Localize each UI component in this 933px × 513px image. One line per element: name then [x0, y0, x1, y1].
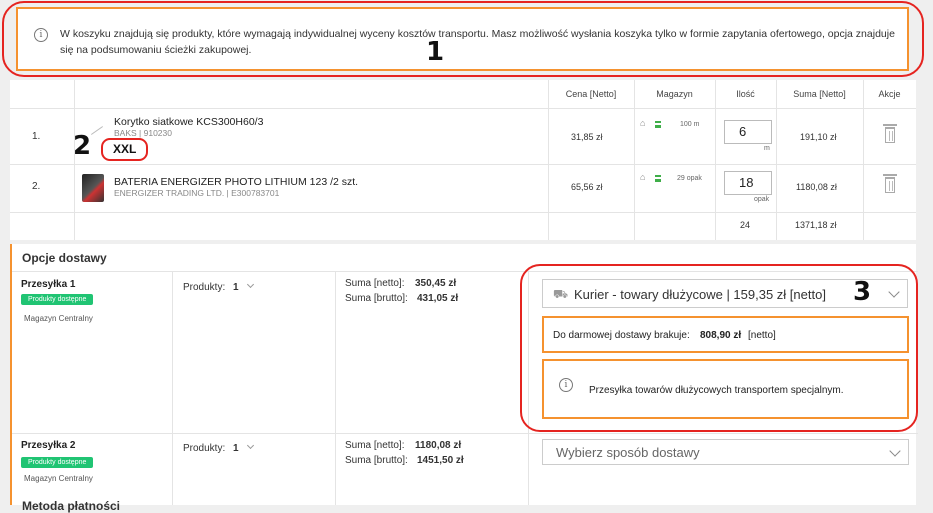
- shipment-title: Przesyłka 2: [21, 440, 76, 451]
- quantity-unit: opak: [754, 196, 770, 203]
- col-header-sum: Suma [Netto]: [793, 89, 846, 99]
- products-label: Produkty:: [183, 282, 226, 293]
- row-sum: 191,10 zł: [800, 132, 837, 142]
- chevron-down-icon[interactable]: [246, 441, 255, 450]
- delivery-method-select[interactable]: Wybierz sposób dostawy: [542, 439, 909, 465]
- warehouse-icon: ⌂: [640, 118, 646, 128]
- chevron-down-icon: [889, 445, 901, 457]
- col-header-qty: Ilość: [736, 89, 755, 99]
- product-meta: ENERGIZER TRADING LTD. | E300783701: [114, 188, 280, 198]
- trash-icon[interactable]: [883, 124, 897, 143]
- product-thumbnail: [90, 126, 104, 135]
- chevron-down-icon[interactable]: [246, 280, 255, 289]
- total-sum: 1371,18 zł: [795, 220, 837, 230]
- product-meta: BAKS | 910230: [114, 128, 172, 138]
- trash-icon[interactable]: [883, 174, 897, 193]
- shipment-title: Przesyłka 1: [21, 279, 76, 290]
- stock-level-icon: [655, 121, 661, 128]
- annotation-oval-1: [2, 1, 924, 77]
- warehouse-name: Magazyn Centralny: [24, 314, 93, 323]
- unit-price: 31,85 zł: [571, 132, 603, 142]
- products-label: Produkty:: [183, 443, 226, 454]
- net-sum-label: Suma [netto]:: [345, 278, 405, 289]
- delivery-method-placeholder: Wybierz sposób dostawy: [556, 445, 700, 460]
- net-sum-value: 1180,08 zł: [415, 440, 462, 451]
- section-title: Opcje dostawy: [22, 251, 107, 265]
- warehouse-name: Magazyn Centralny: [24, 474, 93, 483]
- gross-sum-value: 1451,50 zł: [417, 455, 464, 466]
- stock-level-icon: [655, 175, 661, 182]
- row-number: 1.: [32, 131, 41, 142]
- quantity-input[interactable]: 18: [724, 171, 772, 195]
- col-header-price: Cena [Netto]: [565, 89, 617, 99]
- row-number: 2.: [32, 181, 41, 192]
- quantity-unit: m: [764, 145, 770, 152]
- gross-sum-label: Suma [brutto]:: [345, 455, 408, 466]
- annotation-number-1: 1: [426, 37, 445, 67]
- product-name-link[interactable]: BATERIA ENERGIZER PHOTO LITHIUM 123 /2 s…: [114, 176, 358, 188]
- gross-sum-label: Suma [brutto]:: [345, 293, 408, 304]
- cart-table: Cena [Netto] Magazyn Ilość Suma [Netto] …: [10, 80, 916, 240]
- annotation-oval-2: [101, 138, 148, 161]
- total-quantity: 24: [740, 220, 751, 230]
- next-section-title: Metoda płatności: [22, 499, 121, 513]
- stock-amount: 100 m: [680, 121, 700, 128]
- net-sum-label: Suma [netto]:: [345, 440, 405, 451]
- row-sum: 1180,08 zł: [796, 182, 837, 192]
- unit-price: 65,56 zł: [571, 182, 603, 192]
- product-thumbnail: [82, 174, 104, 202]
- availability-badge: Produkty dostępne: [21, 294, 94, 305]
- annotation-number-3: 3: [853, 277, 872, 307]
- warehouse-icon: ⌂: [640, 172, 646, 182]
- col-header-actions: Akcje: [878, 89, 901, 99]
- availability-badge: Produkty dostępne: [21, 457, 94, 468]
- net-sum-value: 350,45 zł: [415, 278, 457, 289]
- quantity-input[interactable]: 6: [724, 120, 772, 144]
- stock-amount: 29 opak: [677, 175, 702, 182]
- products-count[interactable]: 1: [233, 282, 239, 293]
- products-count[interactable]: 1: [233, 443, 239, 454]
- product-name-link[interactable]: Korytko siatkowe KCS300H60/3: [114, 116, 263, 128]
- annotation-number-2: 2: [73, 131, 92, 161]
- col-header-stock: Magazyn: [656, 89, 693, 99]
- gross-sum-value: 431,05 zł: [417, 293, 459, 304]
